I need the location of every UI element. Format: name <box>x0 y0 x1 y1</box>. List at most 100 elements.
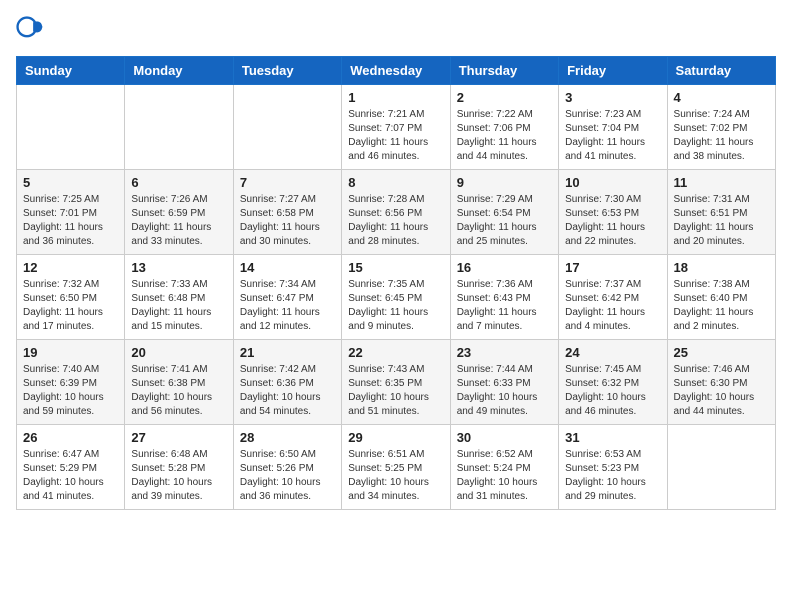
day-number: 29 <box>348 430 443 445</box>
day-number: 10 <box>565 175 660 190</box>
day-number: 31 <box>565 430 660 445</box>
day-info: Sunrise: 6:47 AM Sunset: 5:29 PM Dayligh… <box>23 448 118 504</box>
calendar-cell: 10Sunrise: 7:30 AM Sunset: 6:53 PM Dayli… <box>559 170 667 255</box>
day-info: Sunrise: 6:50 AM Sunset: 5:26 PM Dayligh… <box>240 448 335 504</box>
day-number: 11 <box>674 175 769 190</box>
day-number: 12 <box>23 260 118 275</box>
day-number: 8 <box>348 175 443 190</box>
calendar-cell <box>233 85 341 170</box>
day-info: Sunrise: 7:46 AM Sunset: 6:30 PM Dayligh… <box>674 363 769 419</box>
day-number: 4 <box>674 90 769 105</box>
calendar-table: SundayMondayTuesdayWednesdayThursdayFrid… <box>16 56 776 510</box>
day-number: 28 <box>240 430 335 445</box>
week-row-5: 26 Sunrise: 6:47 AM Sunset: 5:29 PM Dayli… <box>17 425 776 510</box>
weekday-header-saturday: Saturday <box>667 57 775 85</box>
weekday-header-friday: Friday <box>559 57 667 85</box>
day-info: Sunrise: 7:32 AM Sunset: 6:50 PM Dayligh… <box>23 278 118 334</box>
day-number: 7 <box>240 175 335 190</box>
day-number: 26 <box>23 430 118 445</box>
calendar-cell <box>17 85 125 170</box>
calendar-cell: 21 Sunrise: 7:42 AM Sunset: 6:36 PM Dayli… <box>233 340 341 425</box>
day-info: Sunrise: 6:48 AM Sunset: 5:28 PM Dayligh… <box>131 448 226 504</box>
calendar-cell <box>125 85 233 170</box>
day-number: 21 <box>240 345 335 360</box>
day-info: Sunrise: 7:37 AM Sunset: 6:42 PM Dayligh… <box>565 278 660 334</box>
calendar-cell: 4 Sunrise: 7:24 AM Sunset: 7:02 PM Daylig… <box>667 85 775 170</box>
day-number: 18 <box>674 260 769 275</box>
calendar-cell: 9 Sunrise: 7:29 AM Sunset: 6:54 PM Daylig… <box>450 170 558 255</box>
day-number: 19 <box>23 345 118 360</box>
page-header <box>16 16 776 44</box>
day-info: Sunrise: 7:34 AM Sunset: 6:47 PM Dayligh… <box>240 278 335 334</box>
calendar-cell: 25 Sunrise: 7:46 AM Sunset: 6:30 PM Dayli… <box>667 340 775 425</box>
day-info: Sunrise: 7:24 AM Sunset: 7:02 PM Dayligh… <box>674 108 769 164</box>
day-info: Sunrise: 7:28 AM Sunset: 6:56 PM Dayligh… <box>348 193 443 249</box>
day-info: Sunrise: 7:25 AM Sunset: 7:01 PM Dayligh… <box>23 193 118 249</box>
day-info: Sunrise: 7:43 AM Sunset: 6:35 PM Dayligh… <box>348 363 443 419</box>
day-number: 15 <box>348 260 443 275</box>
day-info: Sunrise: 7:22 AM Sunset: 7:06 PM Dayligh… <box>457 108 552 164</box>
day-info: Sunrise: 7:41 AM Sunset: 6:38 PM Dayligh… <box>131 363 226 419</box>
calendar-cell: 7 Sunrise: 7:27 AM Sunset: 6:58 PM Daylig… <box>233 170 341 255</box>
day-info: Sunrise: 6:53 AM Sunset: 5:23 PM Dayligh… <box>565 448 660 504</box>
week-row-3: 12 Sunrise: 7:32 AM Sunset: 6:50 PM Dayli… <box>17 255 776 340</box>
day-info: Sunrise: 7:45 AM Sunset: 6:32 PM Dayligh… <box>565 363 660 419</box>
weekday-header-row: SundayMondayTuesdayWednesdayThursdayFrid… <box>17 57 776 85</box>
calendar-cell: 19 Sunrise: 7:40 AM Sunset: 6:39 PM Dayli… <box>17 340 125 425</box>
calendar-cell: 23 Sunrise: 7:44 AM Sunset: 6:33 PM Dayli… <box>450 340 558 425</box>
day-number: 27 <box>131 430 226 445</box>
weekday-header-thursday: Thursday <box>450 57 558 85</box>
day-number: 13 <box>131 260 226 275</box>
day-info: Sunrise: 6:52 AM Sunset: 5:24 PM Dayligh… <box>457 448 552 504</box>
day-info: Sunrise: 7:40 AM Sunset: 6:39 PM Dayligh… <box>23 363 118 419</box>
day-info: Sunrise: 7:29 AM Sunset: 6:54 PM Dayligh… <box>457 193 552 249</box>
logo <box>16 16 48 44</box>
calendar-cell: 31 Sunrise: 6:53 AM Sunset: 5:23 PM Dayli… <box>559 425 667 510</box>
calendar-cell: 17 Sunrise: 7:37 AM Sunset: 6:42 PM Dayli… <box>559 255 667 340</box>
weekday-header-wednesday: Wednesday <box>342 57 450 85</box>
day-info: Sunrise: 7:36 AM Sunset: 6:43 PM Dayligh… <box>457 278 552 334</box>
calendar-cell: 22 Sunrise: 7:43 AM Sunset: 6:35 PM Dayli… <box>342 340 450 425</box>
calendar-cell: 29 Sunrise: 6:51 AM Sunset: 5:25 PM Dayli… <box>342 425 450 510</box>
day-number: 17 <box>565 260 660 275</box>
calendar-cell: 20 Sunrise: 7:41 AM Sunset: 6:38 PM Dayli… <box>125 340 233 425</box>
day-number: 20 <box>131 345 226 360</box>
calendar-cell: 13 Sunrise: 7:33 AM Sunset: 6:48 PM Dayli… <box>125 255 233 340</box>
calendar-cell: 11 Sunrise: 7:31 AM Sunset: 6:51 PM Dayli… <box>667 170 775 255</box>
calendar-cell: 3Sunrise: 7:23 AM Sunset: 7:04 PM Daylig… <box>559 85 667 170</box>
day-number: 5 <box>23 175 118 190</box>
day-number: 30 <box>457 430 552 445</box>
day-number: 6 <box>131 175 226 190</box>
day-number: 22 <box>348 345 443 360</box>
day-info: Sunrise: 7:42 AM Sunset: 6:36 PM Dayligh… <box>240 363 335 419</box>
logo-icon <box>16 16 44 44</box>
day-number: 24 <box>565 345 660 360</box>
day-info: Sunrise: 7:26 AM Sunset: 6:59 PM Dayligh… <box>131 193 226 249</box>
calendar-cell: 30 Sunrise: 6:52 AM Sunset: 5:24 PM Dayli… <box>450 425 558 510</box>
day-number: 2 <box>457 90 552 105</box>
week-row-4: 19 Sunrise: 7:40 AM Sunset: 6:39 PM Dayli… <box>17 340 776 425</box>
calendar-cell: 5 Sunrise: 7:25 AM Sunset: 7:01 PM Daylig… <box>17 170 125 255</box>
calendar-cell: 27 Sunrise: 6:48 AM Sunset: 5:28 PM Dayli… <box>125 425 233 510</box>
calendar-cell: 6 Sunrise: 7:26 AM Sunset: 6:59 PM Daylig… <box>125 170 233 255</box>
day-info: Sunrise: 7:27 AM Sunset: 6:58 PM Dayligh… <box>240 193 335 249</box>
day-info: Sunrise: 7:33 AM Sunset: 6:48 PM Dayligh… <box>131 278 226 334</box>
day-info: Sunrise: 7:31 AM Sunset: 6:51 PM Dayligh… <box>674 193 769 249</box>
day-number: 1 <box>348 90 443 105</box>
day-info: Sunrise: 6:51 AM Sunset: 5:25 PM Dayligh… <box>348 448 443 504</box>
calendar-cell <box>667 425 775 510</box>
day-number: 14 <box>240 260 335 275</box>
calendar-cell: 24 Sunrise: 7:45 AM Sunset: 6:32 PM Dayli… <box>559 340 667 425</box>
calendar-cell: 18Sunrise: 7:38 AM Sunset: 6:40 PM Dayli… <box>667 255 775 340</box>
calendar-cell: 26 Sunrise: 6:47 AM Sunset: 5:29 PM Dayli… <box>17 425 125 510</box>
weekday-header-sunday: Sunday <box>17 57 125 85</box>
day-number: 23 <box>457 345 552 360</box>
calendar-cell: 15Sunrise: 7:35 AM Sunset: 6:45 PM Dayli… <box>342 255 450 340</box>
day-info: Sunrise: 7:44 AM Sunset: 6:33 PM Dayligh… <box>457 363 552 419</box>
week-row-1: 1Sunrise: 7:21 AM Sunset: 7:07 PM Daylig… <box>17 85 776 170</box>
day-number: 25 <box>674 345 769 360</box>
day-number: 9 <box>457 175 552 190</box>
calendar-cell: 16 Sunrise: 7:36 AM Sunset: 6:43 PM Dayli… <box>450 255 558 340</box>
day-number: 16 <box>457 260 552 275</box>
weekday-header-tuesday: Tuesday <box>233 57 341 85</box>
